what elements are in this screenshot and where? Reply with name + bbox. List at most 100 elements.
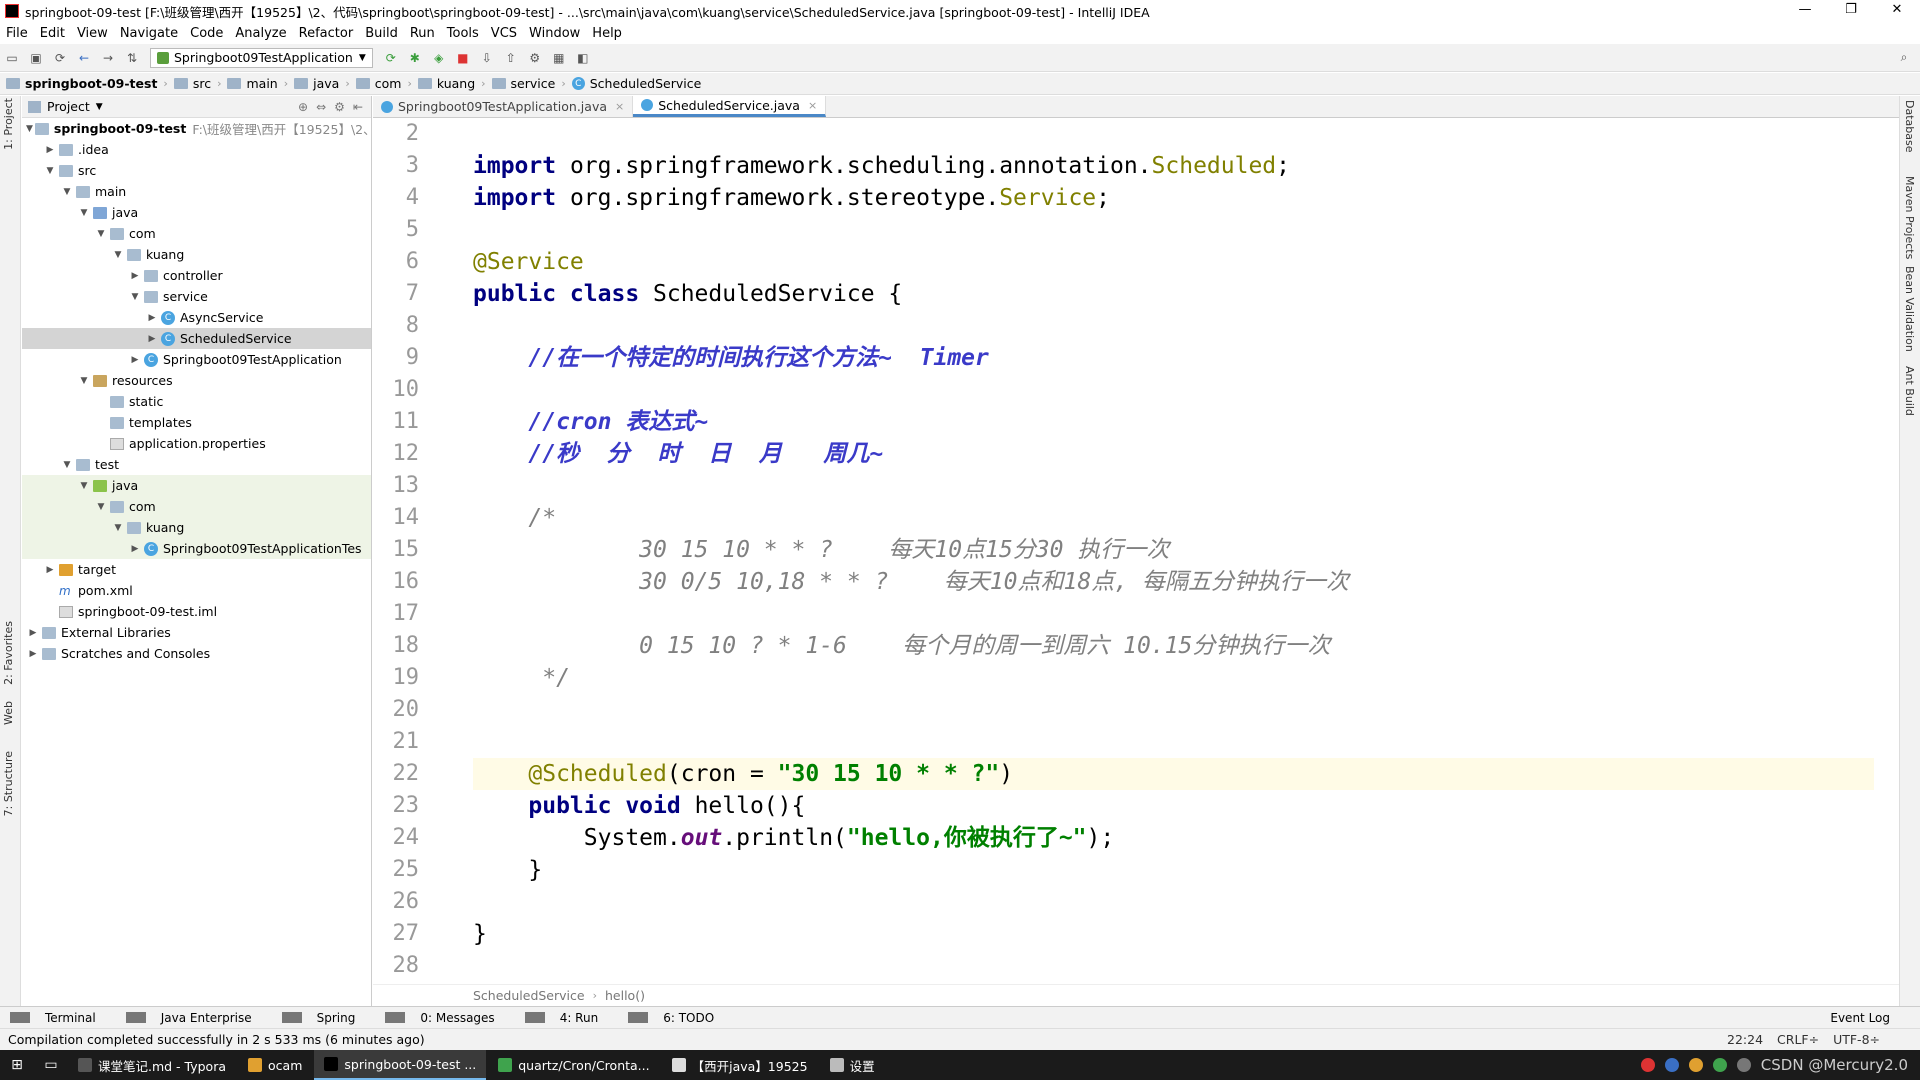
tree-node[interactable]: ▼ java (22, 202, 371, 223)
chevron-down-icon[interactable]: ▼ (43, 166, 57, 176)
tree-node[interactable]: ▼ src (22, 160, 371, 181)
menu-item-build[interactable]: Build (359, 26, 404, 41)
tree-node[interactable]: ▼ java (22, 475, 371, 496)
gear-icon[interactable]: ⚙ (334, 100, 345, 114)
back-icon[interactable]: ← (76, 50, 92, 66)
tree-node[interactable]: ▼ service (22, 286, 371, 307)
menu-item-code[interactable]: Code (184, 26, 229, 41)
chevron-down-icon[interactable]: ▼ (111, 523, 125, 533)
menu-item-vcs[interactable]: VCS (485, 26, 523, 41)
forward-icon[interactable]: → (100, 50, 116, 66)
taskbar-app[interactable]: ocam (238, 1050, 312, 1080)
open-folder-icon[interactable]: ▭ (4, 50, 20, 66)
chevron-down-icon[interactable]: ▼ (77, 481, 91, 491)
tree-node[interactable]: ▼ test (22, 454, 371, 475)
tree-node[interactable]: ▶ C ScheduledService (22, 328, 371, 349)
menu-item-navigate[interactable]: Navigate (114, 26, 184, 41)
stop-icon[interactable]: ■ (455, 50, 471, 66)
tree-node[interactable]: m pom.xml (22, 580, 371, 601)
vcs-commit-icon[interactable]: ⇧ (503, 50, 519, 66)
chevron-right-icon[interactable]: ▶ (43, 565, 57, 575)
tree-node[interactable]: springboot-09-test.iml (22, 601, 371, 622)
breadcrumb-item[interactable]: com (350, 76, 408, 91)
breadcrumb-item[interactable]: main (221, 76, 283, 91)
breadcrumb-item[interactable]: service (486, 76, 562, 91)
tree-node[interactable]: ▼ kuang (22, 517, 371, 538)
editor-breadcrumb-class[interactable]: ScheduledService (473, 988, 585, 1003)
save-icon[interactable]: ▣ (28, 50, 44, 66)
tree-node[interactable]: ▶ C Springboot09TestApplicationTes (22, 538, 371, 559)
chevron-right-icon[interactable]: ▶ (128, 355, 142, 365)
tree-node[interactable]: ▶ target (22, 559, 371, 580)
chevron-down-icon[interactable]: ▼ (26, 124, 33, 134)
tray-app-icon[interactable] (1640, 1058, 1655, 1072)
minimize-button[interactable]: — (1782, 0, 1828, 22)
code-view[interactable]: import org.springframework.scheduling.an… (473, 118, 1874, 990)
tree-node[interactable]: ▶ C AsyncService (22, 307, 371, 328)
menu-item-view[interactable]: View (71, 26, 114, 41)
tray-app-icon[interactable] (1712, 1058, 1727, 1072)
right-tool-tab[interactable]: Ant Build (1903, 366, 1916, 416)
close-button[interactable]: ✕ (1874, 0, 1920, 22)
breadcrumb-item[interactable]: kuang (412, 76, 481, 91)
chevron-down-icon[interactable]: ▼ (128, 292, 142, 302)
menu-item-refactor[interactable]: Refactor (293, 26, 360, 41)
editor-tab[interactable]: ScheduledService.java × (633, 96, 827, 117)
sync-icon[interactable]: ⟳ (52, 50, 68, 66)
chevron-down-icon[interactable]: ▼ (96, 102, 103, 112)
taskbar-app[interactable]: springboot-09-test ... (314, 1050, 487, 1080)
menu-item-run[interactable]: Run (404, 26, 441, 41)
tree-node[interactable]: ▶ controller (22, 265, 371, 286)
volume-icon[interactable] (1736, 1058, 1751, 1072)
tool-tab[interactable]: Terminal (0, 1011, 116, 1025)
rerun-icon[interactable]: ⟳ (383, 50, 399, 66)
project-structure-icon[interactable]: ▦ (551, 50, 567, 66)
taskbar-app[interactable]: 设置 (820, 1050, 885, 1080)
settings-icon[interactable]: ⚙ (527, 50, 543, 66)
close-icon[interactable]: × (808, 99, 817, 112)
menu-item-tools[interactable]: Tools (441, 26, 485, 41)
line-separator[interactable]: CRLF÷ (1777, 1032, 1819, 1047)
chevron-right-icon[interactable]: ▶ (128, 271, 142, 281)
chevron-down-icon[interactable]: ▼ (60, 187, 74, 197)
menu-item-window[interactable]: Window (523, 26, 586, 41)
windows-start-icon[interactable]: ⊞ (0, 1057, 34, 1073)
build-icon[interactable]: ⇅ (124, 50, 140, 66)
tree-node[interactable]: ▼ resources (22, 370, 371, 391)
menu-item-analyze[interactable]: Analyze (229, 26, 292, 41)
tray-app-icon[interactable] (1688, 1058, 1703, 1072)
right-tool-tab[interactable]: Database (1903, 100, 1916, 153)
tool-tab[interactable]: 0: Messages (375, 1011, 514, 1025)
chevron-right-icon[interactable]: ▶ (26, 649, 40, 659)
debug-icon[interactable]: ✱ (407, 50, 423, 66)
chevron-right-icon[interactable]: ▶ (145, 334, 159, 344)
tree-node[interactable]: ▼ com (22, 496, 371, 517)
editor-breadcrumb-method[interactable]: hello() (605, 988, 645, 1003)
collapse-icon[interactable]: ⇔ (316, 100, 326, 114)
run-config-select[interactable]: Springboot09TestApplication ▼ (150, 47, 373, 68)
tree-node[interactable]: ▶ Scratches and Consoles (22, 643, 371, 664)
tree-node[interactable]: ▶ C Springboot09TestApplication (22, 349, 371, 370)
hide-icon[interactable]: ⇤ (353, 100, 363, 114)
chevron-right-icon[interactable]: ▶ (26, 628, 40, 638)
task-view-icon[interactable]: ▭ (34, 1057, 68, 1073)
left-tool-tab[interactable]: 1: Project (2, 98, 15, 150)
locate-icon[interactable]: ⊕ (298, 100, 308, 114)
sdk-icon[interactable]: ◧ (575, 50, 591, 66)
breadcrumb-item[interactable]: C ScheduledService (566, 76, 708, 91)
file-encoding[interactable]: UTF-8÷ (1833, 1032, 1880, 1047)
right-tool-tab[interactable]: Maven Projects (1903, 176, 1916, 259)
chevron-down-icon[interactable]: ▼ (94, 502, 108, 512)
tree-node[interactable]: ▶ External Libraries (22, 622, 371, 643)
event-log-tab[interactable]: Event Log (1820, 1011, 1920, 1025)
menu-item-edit[interactable]: Edit (34, 26, 71, 41)
coverage-icon[interactable]: ◈ (431, 50, 447, 66)
breadcrumb-item[interactable]: springboot-09-test (0, 76, 163, 91)
right-tool-tab[interactable]: Bean Validation (1903, 266, 1916, 352)
menu-item-help[interactable]: Help (586, 26, 628, 41)
tool-tab[interactable]: Spring (272, 1011, 376, 1025)
close-icon[interactable]: × (615, 100, 624, 113)
breadcrumb-item[interactable]: java (288, 76, 345, 91)
tool-tab[interactable]: 6: TODO (618, 1011, 734, 1025)
chevron-right-icon[interactable]: ▶ (145, 313, 159, 323)
